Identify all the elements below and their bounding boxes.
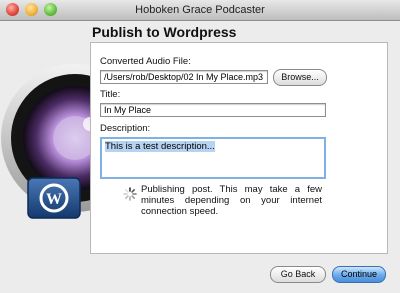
spinner-icon <box>123 187 137 201</box>
description-text: This is a test description... <box>105 141 215 152</box>
title-bar: Hoboken Grace Podcaster <box>0 0 400 21</box>
status-message: Publishing post. This may take a few min… <box>141 184 322 217</box>
window: Hoboken Grace Podcaster W Publish to Wor… <box>0 0 400 293</box>
wordpress-icon: W <box>27 177 81 219</box>
window-title: Hoboken Grace Podcaster <box>135 4 265 16</box>
audio-file-field[interactable]: /Users/rob/Desktop/02 In My Place.mp3 <box>100 70 268 84</box>
page-heading: Publish to Wordpress <box>92 24 237 40</box>
continue-button[interactable]: Continue <box>332 266 386 283</box>
svg-text:W: W <box>46 191 62 208</box>
title-field[interactable]: In My Place <box>100 103 326 117</box>
audio-file-label: Converted Audio File: <box>100 56 191 67</box>
description-field[interactable]: This is a test description... <box>100 137 326 179</box>
go-back-button[interactable]: Go Back <box>270 266 326 283</box>
title-label: Title: <box>100 89 121 100</box>
description-label: Description: <box>100 123 151 134</box>
browse-button[interactable]: Browse... <box>273 69 327 86</box>
